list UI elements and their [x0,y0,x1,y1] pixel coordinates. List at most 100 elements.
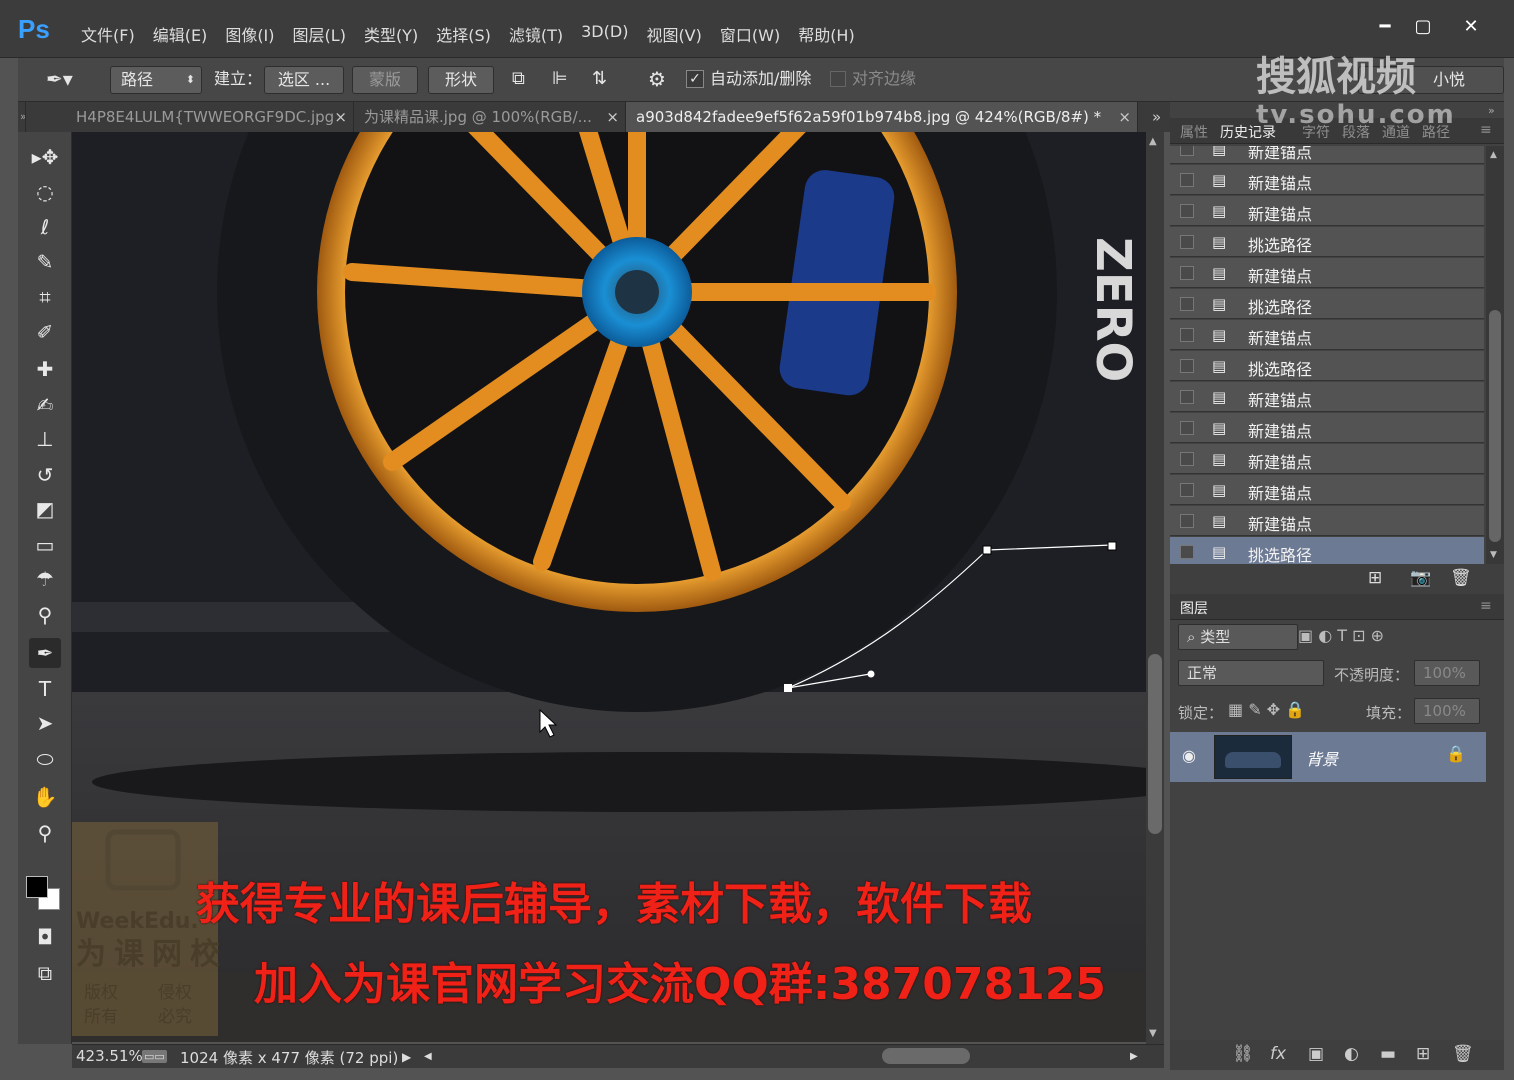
camera-icon[interactable]: 📷 [1410,568,1431,588]
history-brush-tool-icon[interactable]: ↺ [29,460,61,490]
snapshot-source-checkbox[interactable] [1180,545,1194,559]
snapshot-source-checkbox[interactable] [1180,514,1194,528]
layer-filter-icons[interactable]: ▣ ◐ T ⊡ ⊕ [1298,626,1384,645]
eraser-tool-icon[interactable]: ◩ [29,494,61,524]
trash-icon[interactable]: 🗑 [1450,568,1472,588]
healing-tool-icon[interactable]: ✚ [29,354,61,384]
snapshot-source-checkbox[interactable] [1180,173,1194,187]
snapshot-source-checkbox[interactable] [1180,421,1194,435]
menu-item[interactable]: 选择(S) [427,18,500,50]
snapshot-source-checkbox[interactable] [1180,297,1194,311]
history-state[interactable]: ▤ 挑选路径 [1170,351,1484,381]
pen-tool-preset-icon[interactable]: ✒▾ [46,66,73,94]
document-canvas[interactable]: ZERO WeekEdu. 为课网校 版权 侵权 所有 必究 获得专业的课后辅导… [72,132,1146,1042]
history-scrollbar[interactable]: ▲ ▼ [1486,146,1504,564]
tab-doc-1[interactable]: H4P8E4LULM{TWWEORGF9DC.jpg × [66,102,354,132]
history-state[interactable]: ▤ 新建锚点 [1170,475,1484,505]
fx-icon[interactable]: fx [1270,1044,1286,1064]
scroll-up-icon[interactable]: ▲ [1490,150,1497,160]
scroll-down-icon[interactable]: ▼ [1490,550,1497,560]
menu-item[interactable]: 窗口(W) [711,18,789,50]
brush-tool-icon[interactable]: ✍ [29,390,61,420]
opacity-input[interactable]: 100% [1414,660,1480,686]
path-operations-icon[interactable]: ⧉ [512,66,525,94]
menu-item[interactable]: 文件(F) [72,18,144,50]
fill-input[interactable]: 100% [1414,698,1480,724]
gear-icon[interactable]: ⚙ [648,66,666,94]
snapshot-source-checkbox[interactable] [1180,390,1194,404]
layer-row-background[interactable]: ◉ 背景 🔒 [1170,732,1486,782]
panel-menu-icon[interactable]: ≡ [1480,598,1492,614]
auto-add-delete-checkbox[interactable]: ✓ [686,70,704,88]
selection-button[interactable]: 选区 ... [264,66,344,94]
snapshot-source-checkbox[interactable] [1180,266,1194,280]
history-state[interactable]: ▤ 新建锚点 [1170,413,1484,443]
snapshot-source-checkbox[interactable] [1180,235,1194,249]
path-select-tool-icon[interactable]: ➤ [29,708,61,738]
snapshot-source-checkbox[interactable] [1180,146,1194,156]
path-arrangement-icon[interactable]: ⇅ [592,66,607,94]
folder-icon[interactable]: ▬ [1380,1044,1396,1064]
scroll-left-icon[interactable]: ◀ [424,1051,432,1062]
panel-menu-icon[interactable]: ≡ [1480,122,1492,138]
scroll-right-icon[interactable]: ▶ [1130,1051,1138,1062]
scroll-up-icon[interactable]: ▲ [1149,136,1157,147]
history-state[interactable]: ▤ 挑选路径 [1170,289,1484,319]
anchor-point[interactable] [982,545,992,555]
anchor-point[interactable] [784,684,792,692]
direction-handle[interactable] [867,670,875,678]
anchor-point[interactable] [1107,541,1117,551]
mask-icon[interactable]: ▣ [1308,1044,1324,1064]
menu-item[interactable]: 滤镜(T) [500,18,572,50]
menu-item[interactable]: 编辑(E) [144,18,217,50]
new-layer-icon[interactable]: ⊞ [1416,1044,1430,1064]
history-state[interactable]: ▤ 新建锚点 [1170,444,1484,474]
tab-properties[interactable]: 属性 [1180,122,1208,142]
menu-item[interactable]: 图像(I) [216,18,283,50]
link-icon[interactable]: ⛓ [1232,1044,1254,1064]
close-button[interactable]: ✕ [1452,12,1490,42]
mode-select[interactable]: 路径 ⬍ [110,66,202,94]
menu-item[interactable]: 3D(D) [572,18,637,50]
dodge-tool-icon[interactable]: ⚲ [29,600,61,630]
align-edges-checkbox[interactable] [830,71,846,87]
canvas-vertical-scrollbar[interactable]: ▲ ▼ [1146,132,1164,1044]
history-state[interactable]: ▤ 新建锚点 [1170,146,1484,164]
tab-close-icon[interactable]: × [1118,102,1131,132]
eyedropper-tool-icon[interactable]: ✐ [29,317,61,347]
zoom-level[interactable]: 423.51% [76,1047,143,1065]
tab-doc-2[interactable]: 为课精品课.jpg @ 100%(RGB/... × [354,102,626,132]
scroll-thumb[interactable] [1489,310,1501,542]
history-state[interactable]: ▤ 新建锚点 [1170,165,1484,195]
menu-item[interactable]: 帮助(H) [789,18,864,50]
lasso-tool-icon[interactable]: ℓ [29,212,61,242]
tab-layers[interactable]: 图层 [1180,598,1208,618]
history-state[interactable]: ▤ 新建锚点 [1170,196,1484,226]
horizontal-scroll-thumb[interactable] [882,1048,970,1064]
snapshot-source-checkbox[interactable] [1180,204,1194,218]
adjustment-icon[interactable]: ◐ [1344,1044,1359,1064]
gradient-tool-icon[interactable]: ▭ [29,530,61,560]
tab-close-icon[interactable]: × [334,102,347,132]
menu-item[interactable]: 图层(L) [284,18,355,50]
scroll-down-icon[interactable]: ▼ [1149,1028,1157,1039]
snapshot-source-checkbox[interactable] [1180,452,1194,466]
blur-tool-icon[interactable]: ☂ [29,564,61,594]
ellipse-tool-icon[interactable]: ⬭ [29,744,61,774]
mask-button[interactable]: 蒙版 [352,66,418,94]
path-alignment-icon[interactable]: ⊫ [552,66,568,94]
snapshot-source-checkbox[interactable] [1180,359,1194,373]
info-menu-arrow-icon[interactable]: ▶ [402,1050,411,1064]
new-document-from-state-icon[interactable]: ⊞ [1368,568,1382,588]
maximize-button[interactable]: ▢ [1404,12,1442,42]
hand-tool-icon[interactable]: ✋ [29,782,61,812]
scroll-thumb[interactable] [1148,654,1162,834]
panel-collapse-icon[interactable]: » [18,102,26,132]
stamp-tool-icon[interactable]: ⊥ [29,424,61,454]
history-state[interactable]: ▤ 新建锚点 [1170,320,1484,350]
type-tool-icon[interactable]: T [29,674,61,704]
tab-close-icon[interactable]: × [606,102,619,132]
history-state[interactable]: ▤ 挑选路径 [1170,537,1484,564]
pen-tool-icon[interactable]: ✒ [29,638,61,668]
quick-mask-icon[interactable]: ◘ [29,922,61,952]
